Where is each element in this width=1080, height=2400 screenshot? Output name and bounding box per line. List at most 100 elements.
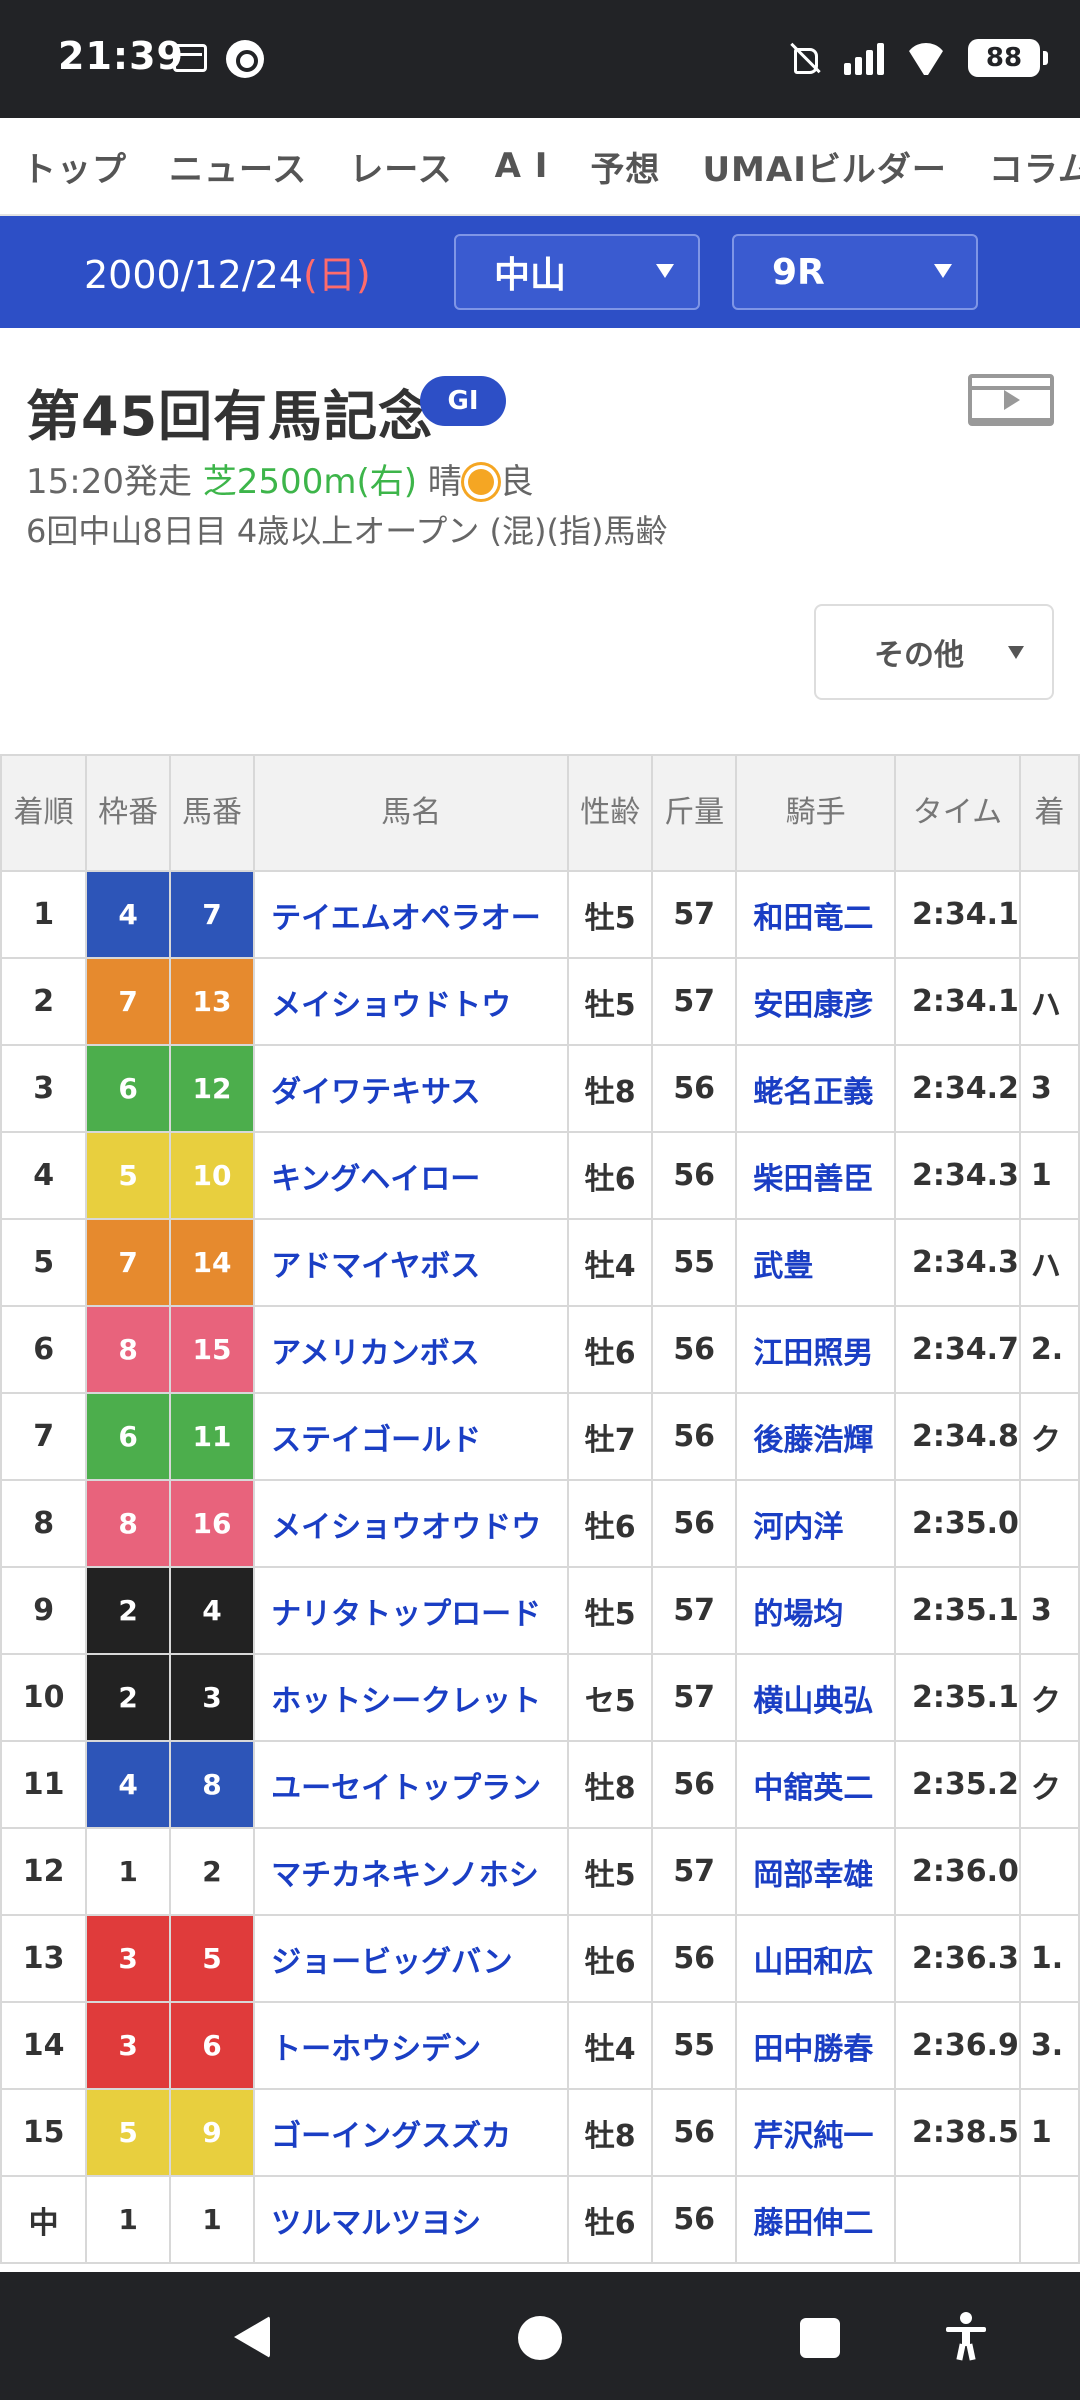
- jockey-name-link[interactable]: 藤田伸二: [735, 2175, 896, 2264]
- results-table: 着順 枠番 馬番 馬名 性齢 斤量 騎手 タイム着 1 4 7 テイエムオペラオー 牡5 57 和田竜二 2…: [0, 754, 1080, 2264]
- frame-number-cell: 5: [85, 2088, 171, 2177]
- weight-cell: 57: [651, 1566, 738, 1655]
- time-cell: 2:34.2: [894, 1044, 1021, 1133]
- nav-item[interactable]: A I: [495, 146, 549, 186]
- jockey-name-link[interactable]: 的場均: [735, 1566, 896, 1655]
- sex-age-cell: 牡8: [567, 1740, 654, 1829]
- jockey-name-link[interactable]: 柴田善臣: [735, 1131, 896, 1220]
- sex-age-cell: 牡6: [567, 1131, 654, 1220]
- weight-cell: 57: [651, 870, 738, 959]
- jockey-name-link[interactable]: 武豊: [735, 1218, 896, 1307]
- column-header: 騎手: [735, 754, 896, 872]
- weight-cell: 56: [651, 1479, 738, 1568]
- horse-name-link[interactable]: ホットシークレット: [253, 1653, 570, 1742]
- frame-number-cell: 2: [85, 1566, 171, 1655]
- clock: 21:39: [58, 34, 184, 78]
- jockey-name-link[interactable]: 中舘英二: [735, 1740, 896, 1829]
- weight-cell: 56: [651, 2175, 738, 2264]
- other-dropdown-button[interactable]: その他: [814, 604, 1054, 700]
- accessibility-icon[interactable]: [944, 2312, 988, 2361]
- horse-name-link[interactable]: メイショウオウドウ: [253, 1479, 570, 1568]
- horse-name-link[interactable]: アメリカンボス: [253, 1305, 570, 1394]
- jockey-name-link[interactable]: 田中勝春: [735, 2001, 896, 2090]
- horse-name-link[interactable]: ゴーイングスズカ: [253, 2088, 570, 2177]
- race-title: 第45回有馬記念: [26, 385, 434, 448]
- weight-cell: 56: [651, 1131, 738, 1220]
- table-row: 5 7 14 アドマイヤボス 牡4 55 武豊 2:34.3 ハ: [0, 1218, 1080, 1307]
- back-icon[interactable]: [234, 2316, 270, 2358]
- jockey-name-link[interactable]: 岡部幸雄: [735, 1827, 896, 1916]
- jockey-name-link[interactable]: 安田康彦: [735, 957, 896, 1046]
- horse-name-link[interactable]: ジョービッグバン: [253, 1914, 570, 2003]
- jockey-name-link[interactable]: 後藤浩輝: [735, 1392, 896, 1481]
- horse-name-link[interactable]: トーホウシデン: [253, 2001, 570, 2090]
- column-header: タイム: [894, 754, 1021, 872]
- column-header: 性齢: [567, 754, 654, 872]
- weight-cell: 56: [651, 1740, 738, 1829]
- rank-cell: 15: [0, 2088, 88, 2177]
- nav-item[interactable]: UMAIビルダー: [702, 142, 946, 191]
- jockey-name-link[interactable]: 河内洋: [735, 1479, 896, 1568]
- sex-age-cell: 牡6: [567, 1914, 654, 2003]
- horse-number-cell: 16: [168, 1479, 256, 1568]
- track-condition: 良: [499, 462, 534, 502]
- horse-number-cell: 7: [168, 870, 256, 959]
- table-row: 4 5 10 キングヘイロー 牡6 56 柴田善臣 2:34.3 1: [0, 1131, 1080, 1220]
- race-number-value: 9R: [772, 251, 825, 293]
- home-icon[interactable]: [518, 2316, 562, 2360]
- horse-name-link[interactable]: ナリタトップロード: [253, 1566, 570, 1655]
- frame-number-cell: 6: [85, 1392, 171, 1481]
- sex-age-cell: セ5: [567, 1653, 654, 1742]
- horse-number-cell: 3: [168, 1653, 256, 1742]
- jockey-name-link[interactable]: 蛯名正義: [735, 1044, 896, 1133]
- horse-number-cell: 10: [168, 1131, 256, 1220]
- margin-cell: 3: [1018, 1566, 1080, 1655]
- horse-name-link[interactable]: マチカネキンノホシ: [253, 1827, 570, 1916]
- table-row: 12 1 2 マチカネキンノホシ 牡5 57 岡部幸雄 2:36.0: [0, 1827, 1080, 1916]
- system-nav-bar: [0, 2272, 1080, 2400]
- nav-item[interactable]: 予想: [590, 142, 660, 191]
- jockey-name-link[interactable]: 江田照男: [735, 1305, 896, 1394]
- horse-name-link[interactable]: ユーセイトップラン: [253, 1740, 570, 1829]
- horse-name-link[interactable]: メイショウドトウ: [253, 957, 570, 1046]
- frame-number-cell: 8: [85, 1479, 171, 1568]
- nav-item[interactable]: トップ: [22, 142, 127, 191]
- horse-name-link[interactable]: テイエムオペラオー: [253, 870, 570, 959]
- horse-name-link[interactable]: ダイワテキサス: [253, 1044, 570, 1133]
- weight-cell: 56: [651, 1044, 738, 1133]
- horse-name-link[interactable]: ツルマルツヨシ: [253, 2175, 570, 2264]
- battery-icon: 88: [968, 39, 1048, 77]
- column-header: 斤量: [651, 754, 738, 872]
- column-header: 馬名: [253, 754, 570, 872]
- video-icon[interactable]: [968, 374, 1054, 426]
- sex-age-cell: 牡6: [567, 1305, 654, 1394]
- jockey-name-link[interactable]: 和田竜二: [735, 870, 896, 959]
- horse-number-cell: 9: [168, 2088, 256, 2177]
- time-cell: 2:34.3: [894, 1218, 1021, 1307]
- nav-item[interactable]: コラム: [989, 142, 1080, 191]
- time-cell: 2:36.3: [894, 1914, 1021, 2003]
- sex-age-cell: 牡5: [567, 1566, 654, 1655]
- nav-item[interactable]: ニュース: [169, 142, 307, 191]
- horse-name-link[interactable]: アドマイヤボス: [253, 1218, 570, 1307]
- venue-select[interactable]: 中山: [454, 234, 700, 310]
- race-date[interactable]: 2000/12/24(日): [84, 244, 371, 299]
- nav-item[interactable]: レース: [349, 142, 452, 191]
- table-row: 8 8 16 メイショウオウドウ 牡6 56 河内洋 2:35.0: [0, 1479, 1080, 1568]
- weight-cell: 56: [651, 1914, 738, 2003]
- horse-number-cell: 12: [168, 1044, 256, 1133]
- jockey-name-link[interactable]: 山田和広: [735, 1914, 896, 2003]
- horse-name-link[interactable]: ステイゴールド: [253, 1392, 570, 1481]
- weight-cell: 57: [651, 1827, 738, 1916]
- margin-cell: 1: [1018, 1131, 1080, 1220]
- margin-cell: ク: [1018, 1653, 1080, 1742]
- rank-cell: 4: [0, 1131, 88, 1220]
- frame-number-cell: 1: [85, 2175, 171, 2264]
- race-number-select[interactable]: 9R: [732, 234, 978, 310]
- jockey-name-link[interactable]: 横山典弘: [735, 1653, 896, 1742]
- horse-name-link[interactable]: キングヘイロー: [253, 1131, 570, 1220]
- jockey-name-link[interactable]: 芹沢純一: [735, 2088, 896, 2177]
- frame-number-cell: 4: [85, 1740, 171, 1829]
- recent-apps-icon[interactable]: [800, 2318, 840, 2358]
- rank-cell: 8: [0, 1479, 88, 1568]
